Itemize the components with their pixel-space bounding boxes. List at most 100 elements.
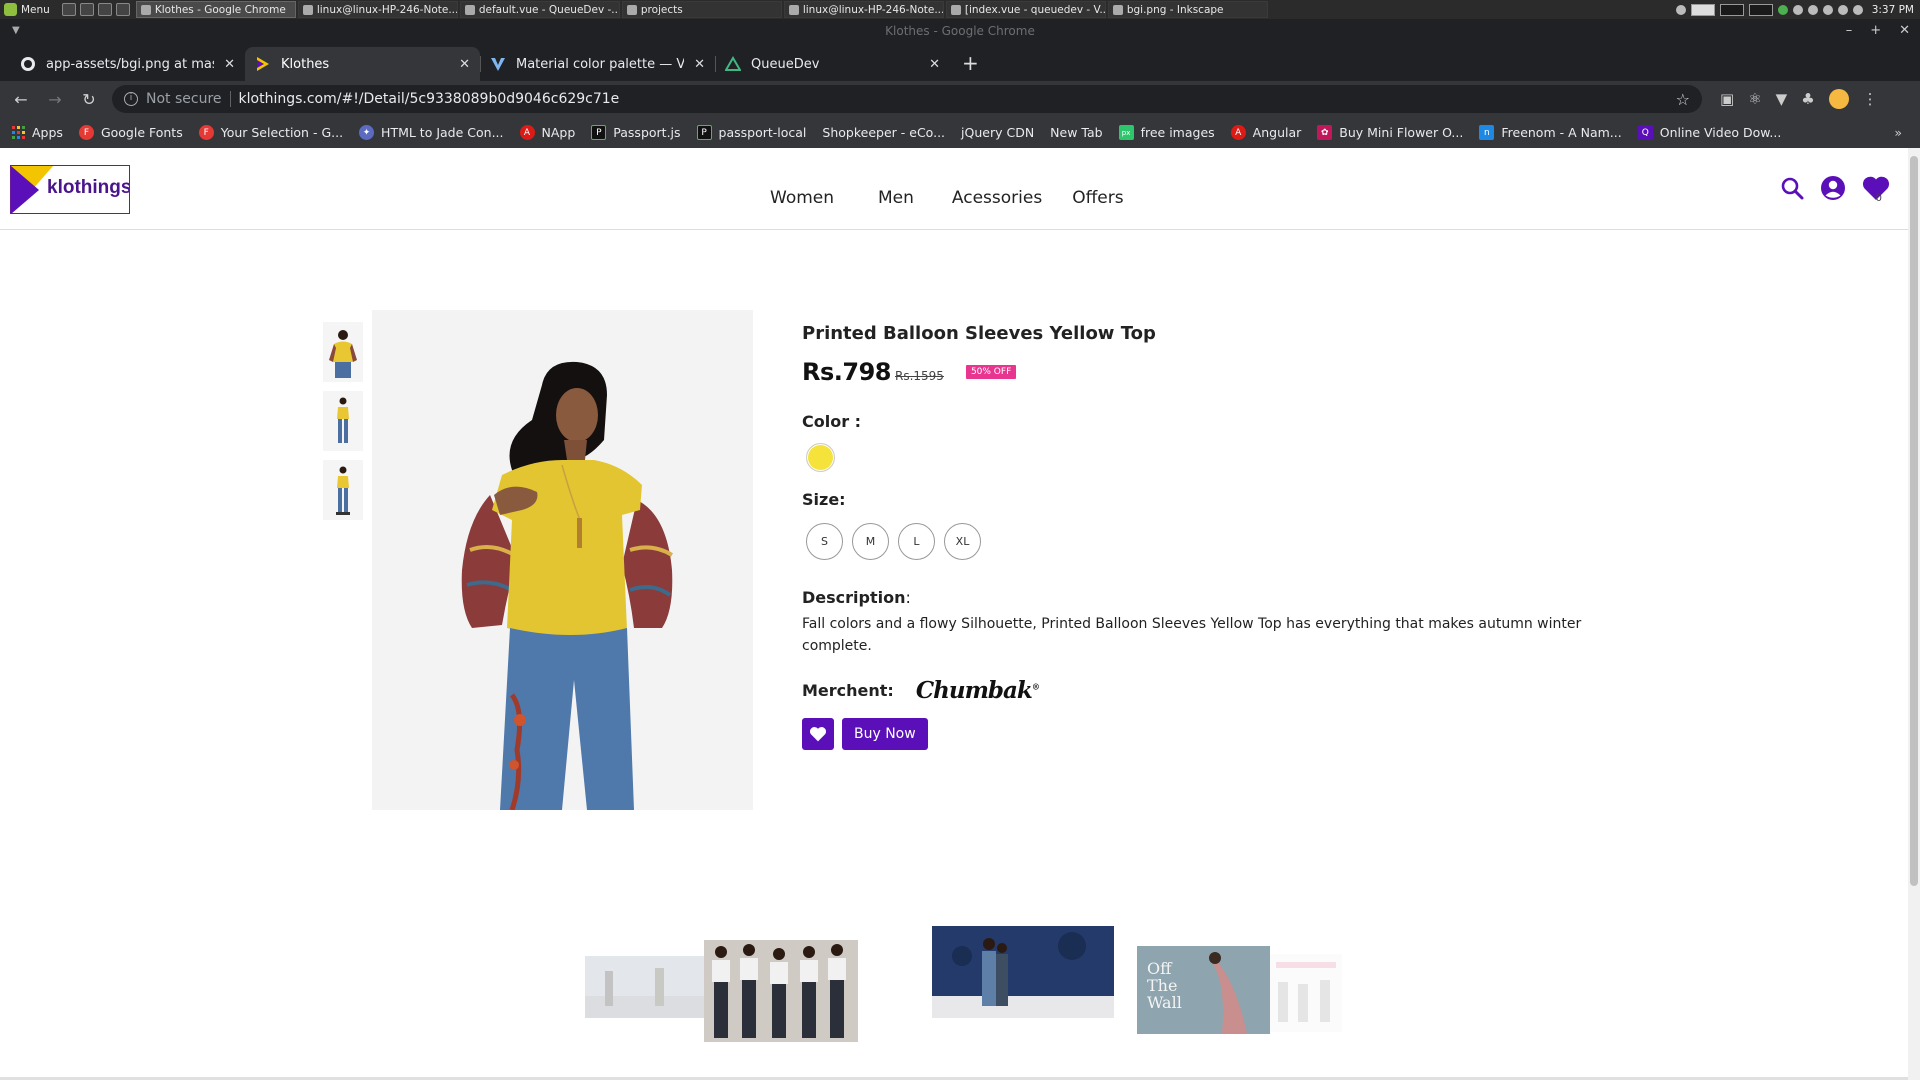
- product-thumbnail-1[interactable]: [323, 322, 363, 382]
- software-manager-icon[interactable]: [79, 3, 94, 16]
- promo-banner-off-the-wall[interactable]: Off The Wall: [1137, 946, 1270, 1034]
- mint-logo-icon: [4, 3, 17, 16]
- search-icon[interactable]: [1780, 176, 1804, 200]
- bookmark-your-selection[interactable]: F Your Selection - G...: [198, 125, 343, 140]
- bookmark-new-tab[interactable]: New Tab: [0, 125, 1103, 279]
- thumbnail-image: [336, 466, 350, 515]
- size-option-xl[interactable]: XL: [944, 523, 981, 560]
- size-option-s[interactable]: S: [806, 523, 843, 560]
- tab-label: Material color palette — Vuetify: [516, 56, 685, 72]
- passport-icon: P: [696, 125, 712, 140]
- product-thumbnail-3[interactable]: [323, 460, 363, 520]
- nav-men[interactable]: Men: [878, 188, 914, 208]
- taskbar-window-terminal[interactable]: linux@linux-HP-246-Note...: [297, 1, 458, 18]
- size-option-m[interactable]: M: [852, 523, 889, 560]
- close-tab-icon[interactable]: ✕: [224, 57, 235, 72]
- close-tab-icon[interactable]: ✕: [694, 57, 705, 72]
- network-monitor: [1748, 3, 1773, 16]
- tab-github[interactable]: app-assets/bgi.png at master · ✕: [10, 47, 245, 81]
- extension-react-icon[interactable]: ⚛: [1748, 90, 1761, 108]
- bookmark-shopkeeper[interactable]: Shopkeeper - eCo...: [0, 125, 945, 279]
- bookmark-google-fonts[interactable]: F Google Fonts: [78, 125, 183, 140]
- show-desktop-icon[interactable]: [61, 3, 76, 16]
- taskbar-window-terminal-2[interactable]: linux@linux-HP-246-Note...: [783, 1, 944, 18]
- bookmark-angular[interactable]: A Angular: [1230, 125, 1301, 140]
- buy-now-button[interactable]: Buy Now: [842, 718, 928, 750]
- product-thumbnail-2[interactable]: [323, 391, 363, 451]
- bookmark-star-icon[interactable]: ☆: [1676, 90, 1690, 109]
- volume-icon[interactable]: [1852, 4, 1863, 15]
- profile-avatar[interactable]: [1828, 89, 1849, 109]
- site-header: klothings Women Men Acessories Offers 0: [0, 148, 1908, 230]
- close-tab-icon[interactable]: ✕: [459, 57, 470, 72]
- chrome-tray-icon[interactable]: [1777, 4, 1788, 15]
- bookmark-napp[interactable]: A NApp: [519, 125, 575, 140]
- bookmark-passport-local[interactable]: Ppassport-local: [696, 125, 806, 140]
- tab-vuetify[interactable]: Material color palette — Vuetify ✕: [480, 47, 715, 81]
- promo-banner-street[interactable]: [585, 956, 705, 1018]
- bookmark-buy-mini-flower[interactable]: ✿ Buy Mini Flower O...: [1317, 125, 1463, 140]
- bookmark-label: Freenom - A Nam...: [1501, 125, 1622, 140]
- bookmark-passport[interactable]: P Passport.js: [591, 125, 681, 140]
- os-menu-button[interactable]: Menu: [0, 0, 56, 19]
- scrollbar-thumb[interactable]: [1910, 156, 1918, 886]
- promo-banner-sketch[interactable]: [1270, 954, 1342, 1032]
- product-main-image[interactable]: [372, 310, 753, 810]
- bookmark-jquery-cdn[interactable]: jQuery CDN: [0, 125, 1034, 279]
- extension-save-icon[interactable]: ▣: [1720, 90, 1734, 108]
- bookmark-free-images[interactable]: px free images: [1118, 125, 1215, 140]
- chrome-menu-icon[interactable]: ⋮: [1863, 90, 1878, 108]
- reload-icon[interactable]: ↻: [76, 90, 102, 109]
- taskbar-window-chrome[interactable]: Klothes - Google Chrome: [135, 1, 296, 18]
- minimize-icon[interactable]: –: [1846, 19, 1853, 43]
- account-icon[interactable]: [1820, 175, 1846, 201]
- tab-klothes[interactable]: Klothes ✕: [245, 47, 480, 81]
- promo-banner-winter[interactable]: [932, 926, 1114, 1018]
- back-icon[interactable]: ←: [8, 90, 34, 109]
- extension-puzzle-icon[interactable]: ♣: [1801, 90, 1814, 108]
- taskbar-window-inkscape[interactable]: bgi.png - Inkscape: [1107, 1, 1268, 18]
- network-icon[interactable]: [1837, 4, 1848, 15]
- queuedev-icon: [725, 56, 741, 72]
- size-option-l[interactable]: L: [898, 523, 935, 560]
- site-logo[interactable]: klothings: [10, 165, 130, 214]
- url-text[interactable]: klothings.com/#!/Detail/5c9338089b0d9046…: [239, 91, 1668, 107]
- add-to-wishlist-button[interactable]: [802, 718, 834, 750]
- files-icon[interactable]: [115, 3, 130, 16]
- new-tab-icon[interactable]: +: [950, 51, 991, 81]
- nav-women[interactable]: Women: [770, 188, 834, 208]
- extension-vue-icon[interactable]: ▼: [1776, 90, 1788, 108]
- bookmark-apps[interactable]: Apps: [12, 125, 63, 140]
- tab-queuedev[interactable]: QueueDev ✕: [715, 47, 950, 81]
- bookmark-online-video[interactable]: Q Online Video Dow...: [1637, 125, 1781, 140]
- taskbar-window-files[interactable]: projects: [621, 1, 782, 18]
- forward-icon[interactable]: →: [42, 90, 68, 109]
- folder-icon: [626, 4, 637, 15]
- window-title: Klothes - Google Chrome: [885, 24, 1035, 38]
- color-swatch-yellow[interactable]: [806, 443, 835, 472]
- nav-offers[interactable]: Offers: [1072, 188, 1123, 208]
- nav-accessories[interactable]: Acessories: [952, 188, 1042, 208]
- terminal-icon[interactable]: [97, 3, 112, 16]
- merchant-logo[interactable]: Chumbak®: [916, 677, 1040, 704]
- user-icon[interactable]: [1822, 4, 1833, 15]
- angular-icon: A: [1230, 125, 1246, 140]
- taskbar-window-vscode[interactable]: default.vue - QueueDev -...: [459, 1, 620, 18]
- taskbar-window-vscode-2[interactable]: [index.vue - queuedev - V...: [945, 1, 1106, 18]
- shield-icon[interactable]: [1792, 4, 1803, 15]
- address-bar[interactable]: i Not secure klothings.com/#!/Detail/5c9…: [112, 85, 1702, 113]
- close-window-icon[interactable]: ✕: [1899, 19, 1910, 43]
- bookmark-freenom[interactable]: n Freenom - A Nam...: [1479, 125, 1622, 140]
- window-menu-icon[interactable]: ▼: [12, 19, 20, 43]
- more-bookmarks-icon[interactable]: »: [1894, 125, 1902, 140]
- page-scrollbar[interactable]: [1908, 148, 1920, 1080]
- info-icon[interactable]: i: [124, 92, 138, 106]
- maximize-icon[interactable]: +: [1870, 19, 1881, 43]
- bookmark-html-to-jade[interactable]: ✦ HTML to Jade Con...: [359, 125, 504, 140]
- close-tab-icon[interactable]: ✕: [929, 57, 940, 72]
- promo-banner-group[interactable]: [704, 940, 858, 1042]
- clock[interactable]: 3:37 PM: [1872, 4, 1914, 16]
- task-label: default.vue - QueueDev -...: [478, 3, 620, 16]
- keyboard-icon[interactable]: [1675, 4, 1686, 15]
- clipboard-icon[interactable]: [1807, 4, 1818, 15]
